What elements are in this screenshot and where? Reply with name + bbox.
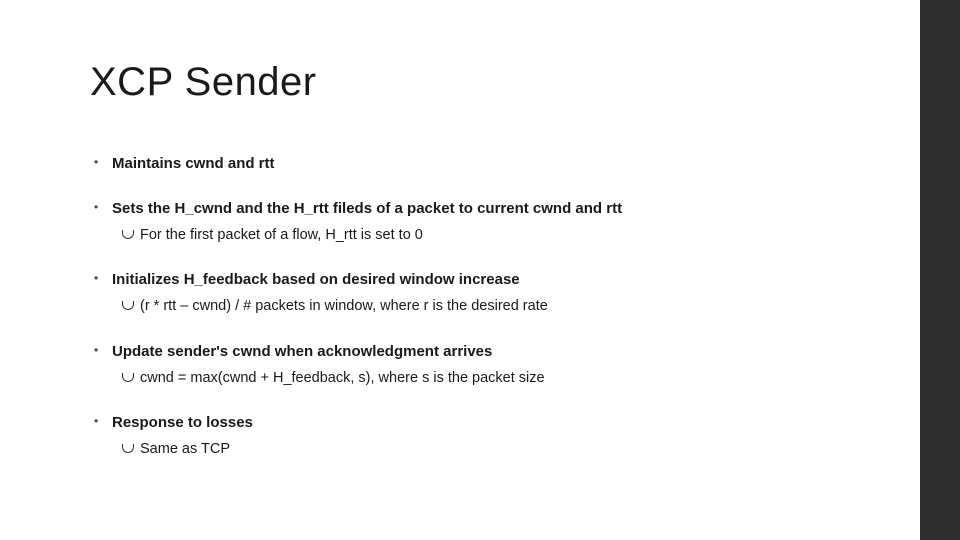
sub-item: (r * rtt – cwnd) / # packets in window, … [112,296,890,316]
bullet-list: Maintains cwnd and rtt Sets the H_cwnd a… [90,153,890,459]
sidebar-accent [920,0,960,540]
bullet-item: Update sender's cwnd when acknowledgment… [90,341,890,388]
sub-list: (r * rtt – cwnd) / # packets in window, … [112,296,890,316]
sub-item: For the first packet of a flow, H_rtt is… [112,225,890,245]
sub-list: cwnd = max(cwnd + H_feedback, s), where … [112,368,890,388]
bullet-text: Update sender's cwnd when acknowledgment… [112,343,492,360]
sub-item: cwnd = max(cwnd + H_feedback, s), where … [112,368,890,388]
bullet-item: Initializes H_feedback based on desired … [90,269,890,316]
bullet-item: Sets the H_cwnd and the H_rtt fileds of … [90,198,890,245]
bullet-text: Sets the H_cwnd and the H_rtt fileds of … [112,200,622,217]
bullet-text: Maintains cwnd and rtt [112,155,275,172]
slide-title: XCP Sender [90,60,890,105]
sub-item: Same as TCP [112,439,890,459]
bullet-text: Response to losses [112,414,253,431]
bullet-item: Response to losses Same as TCP [90,412,890,459]
sub-list: Same as TCP [112,439,890,459]
bullet-item: Maintains cwnd and rtt [90,153,890,174]
sub-list: For the first packet of a flow, H_rtt is… [112,225,890,245]
bullet-text: Initializes H_feedback based on desired … [112,271,520,288]
slide: XCP Sender Maintains cwnd and rtt Sets t… [0,0,960,540]
